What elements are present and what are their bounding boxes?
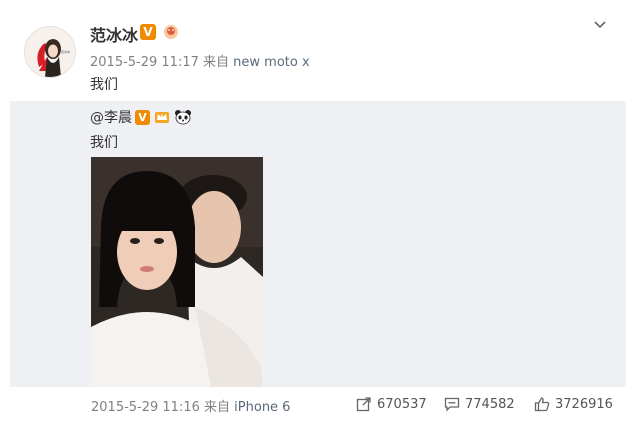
author-name[interactable]: 范冰冰 — [90, 22, 138, 46]
post-source[interactable]: new moto x — [233, 55, 310, 70]
mention-link[interactable]: @李晨 — [90, 107, 132, 127]
comment-count: 774582 — [465, 396, 515, 412]
like-count: 3726916 — [555, 396, 613, 412]
repost-button[interactable]: 670537 — [356, 395, 427, 413]
repost-source[interactable]: iPhone 6 — [234, 400, 290, 415]
verified-badge-icon: V — [135, 109, 150, 125]
repost-count: 670537 — [377, 396, 427, 412]
from-label: 来自 — [203, 55, 230, 70]
member-badge-icon — [164, 25, 178, 39]
comment-button[interactable]: 774582 — [444, 395, 515, 413]
post-text: 我们 — [90, 77, 118, 93]
chevron-down-icon[interactable] — [591, 18, 609, 32]
repost-timestamp[interactable]: 2015-5-29 11:16 — [91, 400, 200, 415]
post-timestamp[interactable]: 2015-5-29 11:17 — [90, 55, 199, 70]
svg-text:范冰冰: 范冰冰 — [61, 49, 70, 54]
thumbs-up-icon — [534, 397, 550, 412]
panda-badge-icon — [175, 110, 191, 125]
from-label: 来自 — [204, 400, 231, 415]
repost-box: @李晨 V 我们 — [10, 101, 626, 387]
repost-header: @李晨 V — [90, 107, 192, 127]
like-button[interactable]: 3726916 — [534, 395, 613, 413]
avatar[interactable]: 范冰冰 — [24, 26, 76, 78]
post-photo[interactable] — [91, 157, 263, 387]
weibo-post: 范冰冰 范冰冰 V 2015-5-29 11:17 来自 new moto x … — [0, 0, 640, 430]
comment-icon — [444, 397, 460, 412]
share-icon — [356, 397, 371, 412]
post-meta: 2015-5-29 11:17 来自 new moto x — [90, 51, 310, 70]
repost-meta: 2015-5-29 11:16 来自 iPhone 6 — [91, 396, 290, 415]
repost-text: 我们 — [90, 135, 118, 151]
crown-badge-icon — [155, 112, 169, 123]
verified-badge-icon: V — [140, 24, 156, 40]
